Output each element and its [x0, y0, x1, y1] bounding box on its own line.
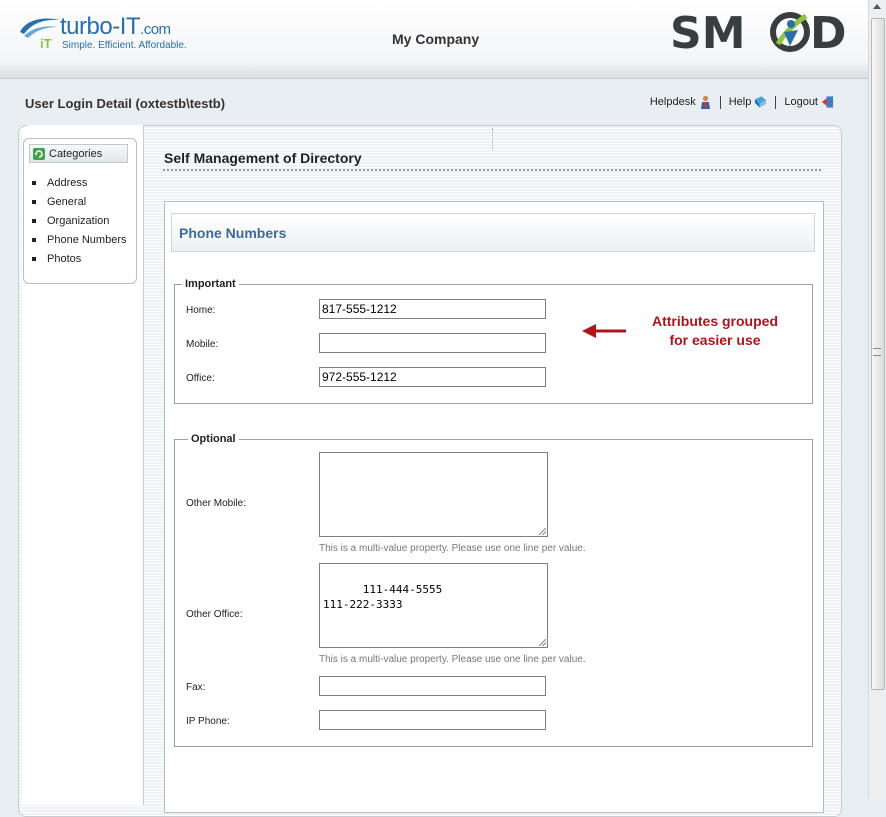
- category-label: Organization: [47, 214, 110, 227]
- multi-value-hint: This is a multi-value property. Please u…: [319, 654, 586, 665]
- helpdesk-link[interactable]: Helpdesk: [650, 95, 712, 109]
- callout-annotation: Attributes grouped for easier use: [630, 312, 800, 350]
- help-book-icon: [755, 96, 767, 108]
- title-underline: [163, 169, 821, 171]
- bullet-icon: [32, 256, 36, 261]
- bullet-icon: [32, 218, 36, 223]
- logout-link-label: Logout: [784, 96, 818, 108]
- company-name: My Company: [392, 31, 480, 47]
- helpdesk-link-label: Helpdesk: [649, 96, 696, 108]
- optional-legend: Optional: [188, 433, 239, 445]
- resize-grip-icon[interactable]: [539, 639, 546, 646]
- header-divider: [492, 128, 493, 150]
- help-link-label: Help: [728, 96, 752, 108]
- category-item-general[interactable]: General: [32, 192, 127, 211]
- fax-label: Fax:: [186, 682, 206, 693]
- other-office-label: Other Office:: [186, 609, 243, 620]
- logout-door-icon: [821, 96, 834, 108]
- category-item-organization[interactable]: Organization: [32, 211, 127, 230]
- scrollbar-grip-icon: [873, 348, 881, 356]
- category-list: Address General Organization Phone Numbe…: [32, 173, 127, 268]
- categories-title: Categories: [49, 147, 103, 160]
- turbo-it-swoosh-icon: iT: [20, 18, 60, 50]
- multi-value-hint: This is a multi-value property. Please u…: [319, 543, 586, 554]
- page-title: Self Management of Directory: [164, 150, 362, 166]
- mobile-phone-input[interactable]: [319, 333, 546, 353]
- other-mobile-textarea[interactable]: [319, 452, 548, 537]
- callout-arrow-icon: [582, 324, 626, 338]
- smod-logo: SM D: [670, 8, 854, 61]
- categories-header: Categories: [29, 144, 128, 163]
- office-label: Office:: [186, 373, 215, 384]
- logo-tagline: Simple. Efficient. Affordable.: [62, 40, 187, 51]
- resize-grip-icon[interactable]: [539, 528, 546, 535]
- section-header: Phone Numbers: [171, 213, 815, 252]
- callout-line-1: Attributes grouped: [652, 313, 778, 329]
- logout-link[interactable]: Logout: [784, 95, 834, 109]
- other-office-textarea[interactable]: 111-444-5555 111-222-3333: [319, 563, 548, 648]
- help-link[interactable]: Help: [729, 95, 768, 109]
- scroll-up-icon[interactable]: [873, 4, 881, 9]
- category-item-photos[interactable]: Photos: [32, 249, 127, 268]
- home-phone-input[interactable]: [319, 299, 546, 319]
- important-legend: Important: [182, 278, 239, 290]
- turbo-it-wordmark: turbo-IT.com: [60, 13, 171, 40]
- category-label: Address: [47, 176, 88, 189]
- smod-logo-graphic: SM D: [670, 8, 847, 59]
- other-office-value: 111-444-5555 111-222-3333: [323, 583, 443, 611]
- category-item-address[interactable]: Address: [32, 173, 127, 192]
- ip-phone-input[interactable]: [319, 710, 546, 730]
- category-label: General: [47, 195, 87, 208]
- callout-line-2: for easier use: [669, 332, 761, 348]
- ip-phone-label: IP Phone:: [186, 716, 230, 727]
- link-separator: [775, 95, 777, 109]
- svg-text:SM: SM: [670, 10, 745, 56]
- vertical-scrollbar[interactable]: [868, 0, 886, 799]
- svg-text:iT: iT: [40, 36, 52, 50]
- top-links: Helpdesk Help Logout: [650, 95, 834, 109]
- refresh-icon: [33, 147, 45, 160]
- svg-text:D: D: [810, 10, 847, 56]
- bullet-icon: [32, 180, 36, 185]
- bullet-icon: [32, 199, 36, 204]
- section-title: Phone Numbers: [179, 225, 287, 241]
- form-card: Phone Numbers Important Home: Mobile: Of…: [164, 201, 824, 813]
- office-phone-input[interactable]: [319, 367, 546, 387]
- category-item-phone-numbers[interactable]: Phone Numbers: [32, 230, 127, 249]
- turbo-it-logo[interactable]: iT turbo-IT.com Simple. Efficient. Affor…: [18, 10, 188, 56]
- mobile-label: Mobile:: [186, 339, 219, 350]
- fax-input[interactable]: [319, 676, 546, 696]
- user-login-detail: User Login Detail (oxtestb\testb): [25, 96, 226, 111]
- bullet-icon: [32, 237, 36, 242]
- home-label: Home:: [186, 305, 216, 316]
- categories-box: Categories Address General Organization …: [23, 138, 137, 284]
- main-content: Self Management of Directory Phone Numbe…: [144, 126, 839, 813]
- category-label: Photos: [47, 252, 82, 265]
- person-icon: [700, 95, 710, 109]
- app-header: iT turbo-IT.com Simple. Efficient. Affor…: [0, 0, 869, 79]
- other-mobile-label: Other Mobile:: [186, 498, 247, 509]
- link-separator: [719, 95, 721, 109]
- category-label: Phone Numbers: [47, 233, 127, 246]
